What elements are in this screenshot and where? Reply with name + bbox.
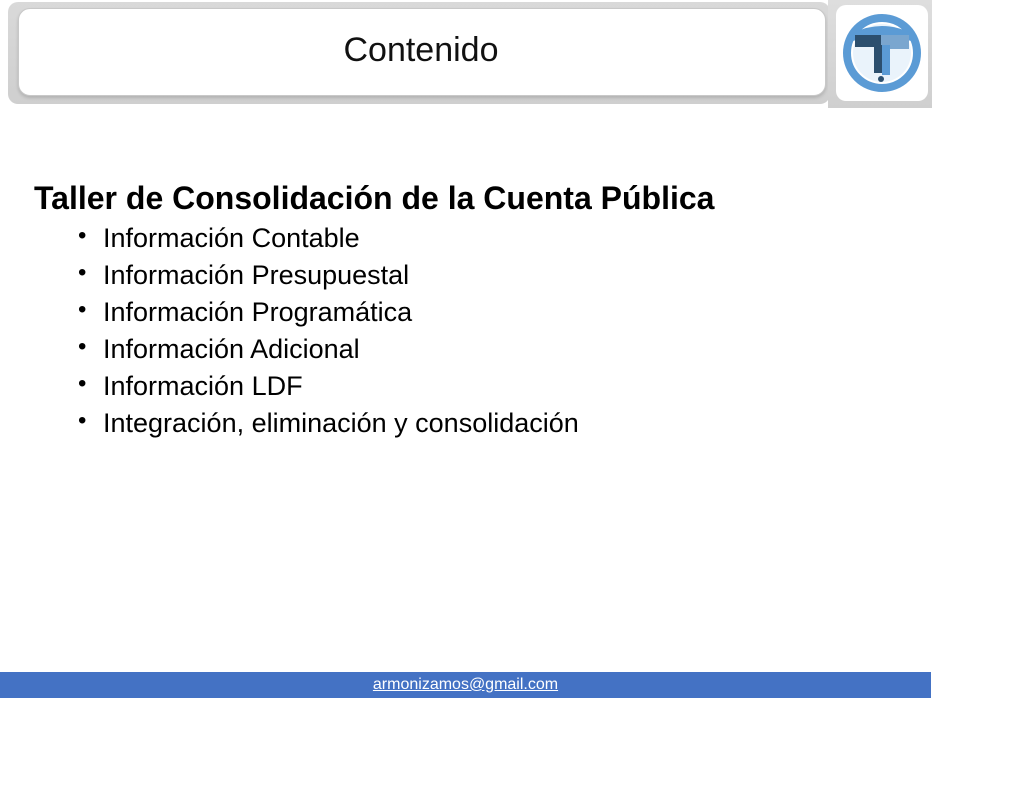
- list-item-text: Integración, eliminación y consolidación: [103, 408, 579, 438]
- bullet-icon: •: [78, 407, 87, 434]
- list-item: • Información Programática: [78, 294, 778, 331]
- content-list: • Información Contable • Información Presu…: [78, 220, 778, 442]
- list-item-text: Información Programática: [103, 297, 413, 327]
- list-item: • Información Presupuestal: [78, 257, 778, 294]
- list-item: • Información LDF: [78, 368, 778, 405]
- t-emblem-logo-icon: [843, 14, 921, 92]
- list-item: • Información Contable: [78, 220, 778, 257]
- list-item-text: Información Contable: [103, 223, 360, 253]
- list-item-text: Información LDF: [103, 371, 303, 401]
- slide: Contenido Taller de Consolidación de la …: [0, 0, 1024, 791]
- list-item: • Información Adicional: [78, 331, 778, 368]
- bullet-icon: •: [78, 370, 87, 397]
- bullet-icon: •: [78, 333, 87, 360]
- slide-title: Contenido: [343, 31, 499, 69]
- bullet-icon: •: [78, 259, 87, 286]
- bullet-icon: •: [78, 296, 87, 323]
- list-item: • Integración, eliminación y consolidació…: [78, 405, 778, 442]
- section-heading: Taller de Consolidación de la Cuenta Púb…: [34, 180, 715, 216]
- bullet-icon: •: [78, 222, 87, 249]
- list-item-text: Información Presupuestal: [103, 260, 410, 290]
- footer-email-link[interactable]: armonizamos@gmail.com: [0, 672, 931, 698]
- list-item-text: Información Adicional: [103, 334, 360, 364]
